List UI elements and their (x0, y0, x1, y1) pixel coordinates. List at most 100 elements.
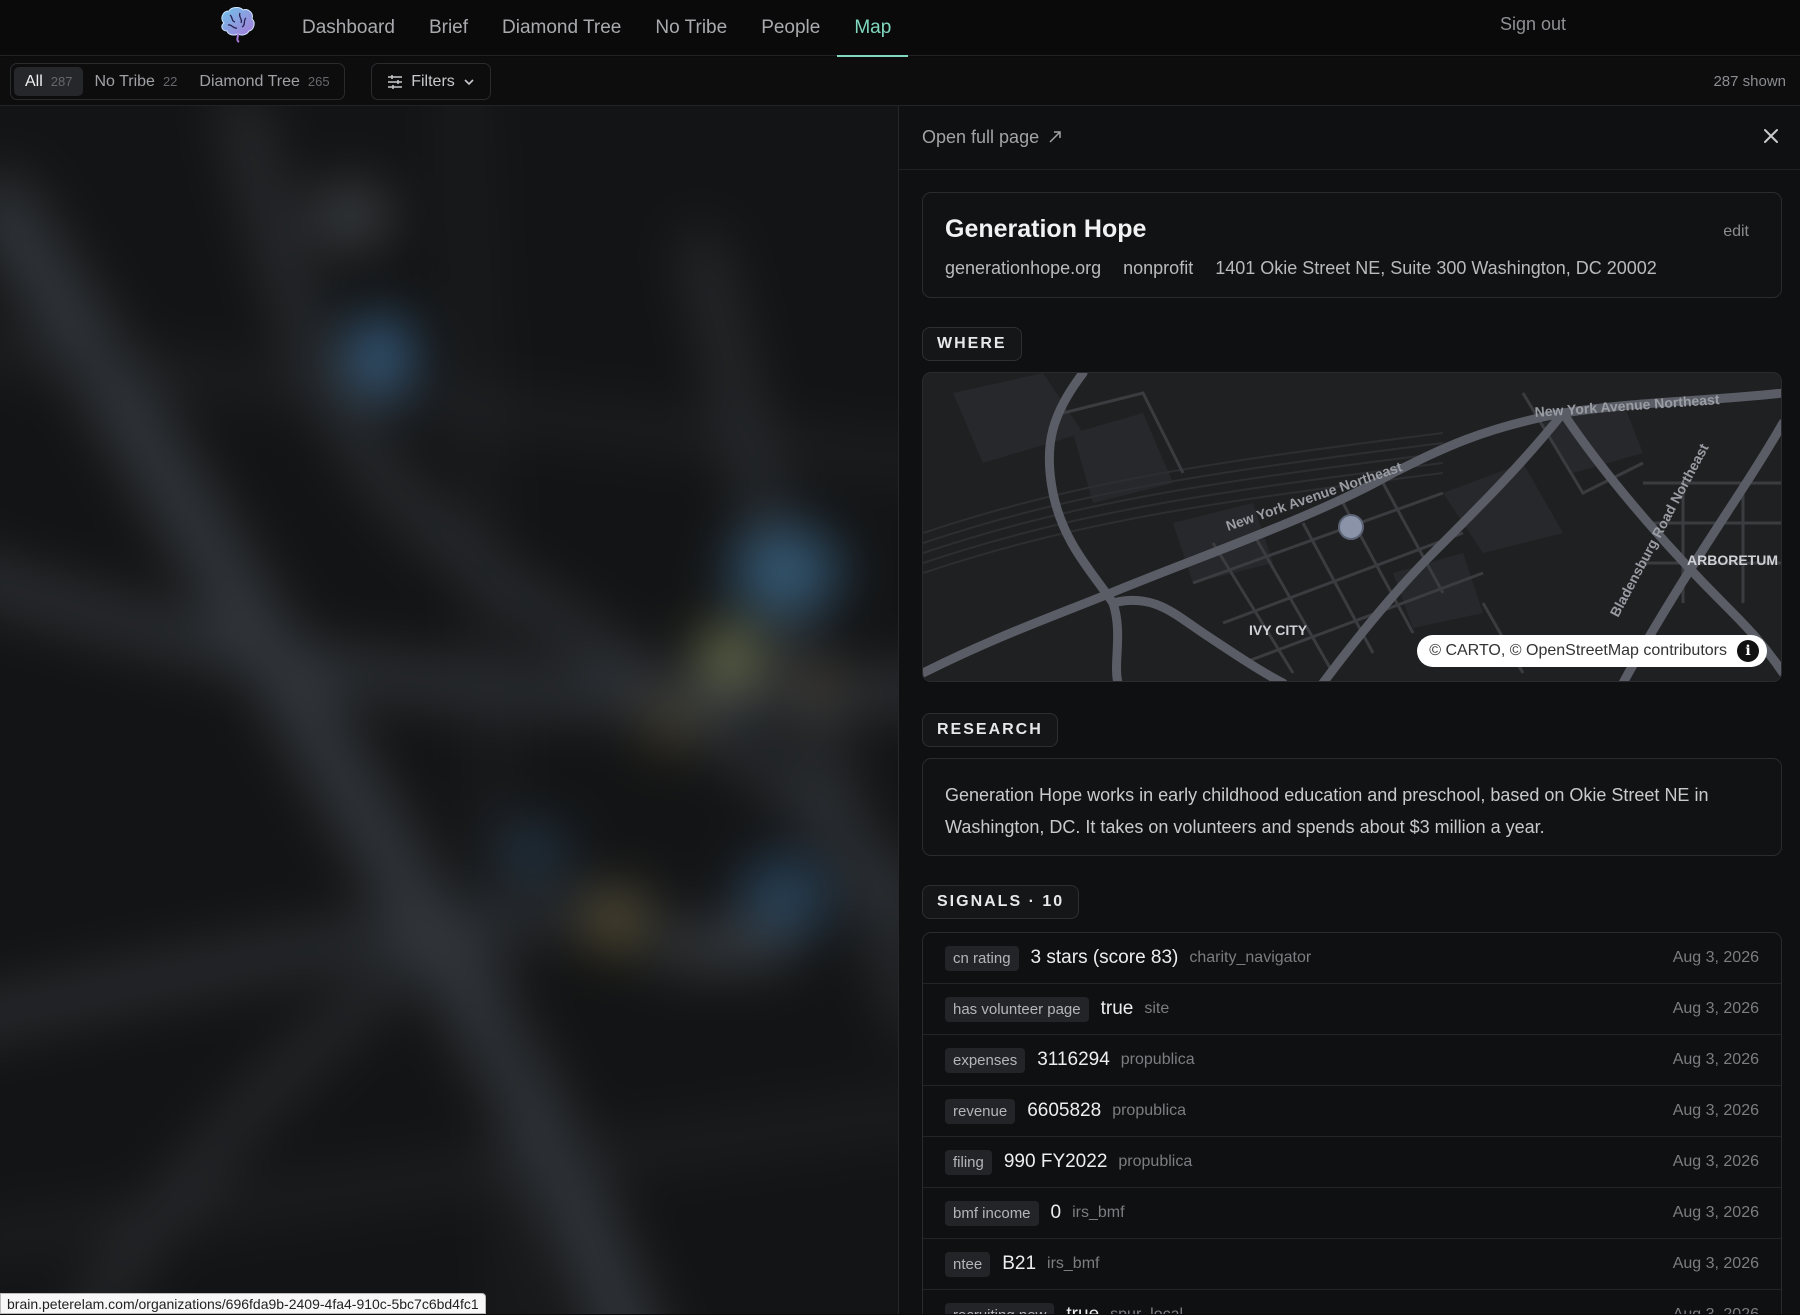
filters-label: Filters (411, 72, 455, 90)
info-icon[interactable]: i (1737, 640, 1759, 662)
nav-dashboard[interactable]: Dashboard (285, 0, 412, 56)
segment-label: All (25, 72, 43, 90)
signal-source: charity_navigator (1189, 949, 1312, 966)
segment-no-tribe[interactable]: No Tribe 22 (83, 67, 188, 96)
segment-all[interactable]: All 287 (14, 67, 84, 96)
signal-value: 6605828 (1027, 1100, 1102, 1121)
signal-key: expenses (945, 1047, 1026, 1073)
sliders-icon (388, 74, 403, 89)
chevron-down-icon (464, 78, 474, 85)
signal-row[interactable]: revenue 6605828 propublica Aug 3, 2026 (923, 1086, 1781, 1137)
segment-diamond-tree[interactable]: Diamond Tree 265 (188, 67, 340, 96)
signal-date: Aug 3, 2026 (1672, 1255, 1759, 1272)
signal-value: 0 (1050, 1202, 1062, 1223)
external-arrow-icon (1049, 131, 1061, 143)
signal-key: filing (945, 1149, 992, 1175)
signal-key: ntee (945, 1251, 991, 1277)
marker-cluster (650, 706, 690, 746)
map-tiles (0, 106, 898, 1314)
close-icon[interactable] (1759, 124, 1783, 148)
nav-diamond-tree[interactable]: Diamond Tree (485, 0, 638, 56)
signals-list: cn rating 3 stars (score 83) charity_nav… (922, 932, 1782, 1314)
signal-source: propublica (1112, 1102, 1187, 1119)
organization-address: 1401 Okie Street NE, Suite 300 Washingto… (1215, 258, 1657, 278)
signal-date: Aug 3, 2026 (1672, 949, 1759, 966)
signal-source: spur_local (1110, 1306, 1183, 1314)
signal-source: irs_bmf (1047, 1255, 1100, 1272)
segment-count: 287 (50, 74, 73, 89)
signal-key: bmf income (945, 1200, 1039, 1226)
shown-count: 287 shown (1713, 73, 1786, 90)
signal-date: Aug 3, 2026 (1672, 1204, 1759, 1221)
main-map[interactable] (0, 106, 898, 1314)
signal-date: Aug 3, 2026 (1672, 1153, 1759, 1170)
nav-map[interactable]: Map (837, 0, 909, 57)
marker-cluster (640, 926, 800, 966)
signal-value: true (1066, 1304, 1099, 1314)
organization-meta: generationhope.org nonprofit 1401 Okie S… (945, 258, 1657, 279)
location-mini-map[interactable]: New York Avenue Northeast New York Avenu… (922, 372, 1782, 682)
organization-card: Generation Hope edit generationhope.org … (922, 192, 1782, 298)
status-bar-url: brain.peterelam.com/organizations/696fda… (0, 1293, 486, 1314)
tribe-segmented-control: All 287 No Tribe 22 Diamond Tree 265 (10, 63, 345, 100)
organization-name: Generation Hope (945, 215, 1147, 243)
signal-key: has volunteer page (945, 996, 1089, 1022)
signals-section-label: SIGNALS · 10 (922, 885, 1080, 919)
signal-key: revenue (945, 1098, 1016, 1124)
segment-count: 265 (307, 74, 330, 89)
research-section-label: RESEARCH (922, 713, 1058, 747)
marker-cluster (730, 526, 840, 616)
signal-row[interactable]: cn rating 3 stars (score 83) charity_nav… (923, 933, 1781, 984)
brain-logo-icon[interactable] (216, 5, 258, 43)
open-full-page-link[interactable]: Open full page (922, 127, 1062, 148)
marker-cluster (740, 856, 830, 936)
signal-date: Aug 3, 2026 (1672, 1102, 1759, 1119)
organization-panel: Open full page Generation Hope edit gene… (898, 106, 1800, 1314)
signal-date: Aug 3, 2026 (1673, 1306, 1759, 1314)
sign-out-link[interactable]: Sign out (1500, 14, 1566, 35)
panel-header: Open full page (899, 106, 1800, 170)
segment-count: 22 (162, 74, 178, 89)
map-roads (0, 106, 898, 1314)
signal-source: propublica (1118, 1153, 1193, 1170)
organization-type: nonprofit (1123, 258, 1194, 278)
signal-row[interactable]: has volunteer page true site Aug 3, 2026 (923, 984, 1781, 1035)
signal-row[interactable]: ntee B21 irs_bmf Aug 3, 2026 (923, 1239, 1781, 1290)
nav-brief[interactable]: Brief (412, 0, 485, 56)
edit-button[interactable]: edit (1723, 223, 1749, 241)
signal-key: cn rating (945, 945, 1019, 971)
marker-cluster (700, 626, 760, 686)
signal-value: true (1100, 998, 1134, 1019)
signal-date: Aug 3, 2026 (1672, 1000, 1759, 1017)
signal-source: irs_bmf (1072, 1204, 1125, 1221)
nav-no-tribe[interactable]: No Tribe (638, 0, 744, 56)
signal-row[interactable]: recruiting now true spur_local Aug 3, 20… (923, 1290, 1781, 1314)
signal-value: 990 FY2022 (1003, 1151, 1108, 1172)
signal-value: 3 stars (score 83) (1030, 947, 1179, 968)
organization-website[interactable]: generationhope.org (945, 258, 1101, 279)
signal-source: site (1144, 1000, 1170, 1017)
marker-cluster (590, 896, 640, 946)
nav-people[interactable]: People (744, 0, 837, 56)
marker-cluster (500, 826, 570, 876)
signal-source: propublica (1120, 1051, 1195, 1068)
marker-cluster (310, 186, 390, 246)
signal-key: recruiting now (945, 1302, 1055, 1314)
map-label-ivy-city: IVY CITY (1249, 622, 1308, 638)
marker-cluster (350, 316, 410, 396)
location-pin-icon[interactable] (1338, 514, 1364, 540)
where-section-label: WHERE (922, 327, 1022, 361)
signal-row[interactable]: bmf income 0 irs_bmf Aug 3, 2026 (923, 1188, 1781, 1239)
signal-row[interactable]: filing 990 FY2022 propublica Aug 3, 2026 (923, 1137, 1781, 1188)
filter-bar: All 287 No Tribe 22 Diamond Tree 265 Fil… (0, 57, 1800, 106)
attribution-text: © CARTO, © OpenStreetMap contributors (1429, 642, 1727, 659)
top-nav: Dashboard Brief Diamond Tree No Tribe Pe… (0, 0, 1800, 57)
research-summary: Generation Hope works in early childhood… (922, 758, 1782, 856)
signal-row[interactable]: expenses 3116294 propublica Aug 3, 2026 (923, 1035, 1781, 1086)
signal-value: B21 (1002, 1253, 1037, 1274)
segment-label: Diamond Tree (199, 72, 300, 90)
signal-date: Aug 3, 2026 (1672, 1051, 1759, 1068)
segment-label: No Tribe (94, 72, 155, 90)
filters-button[interactable]: Filters (371, 63, 491, 100)
open-full-page-label: Open full page (922, 127, 1040, 147)
